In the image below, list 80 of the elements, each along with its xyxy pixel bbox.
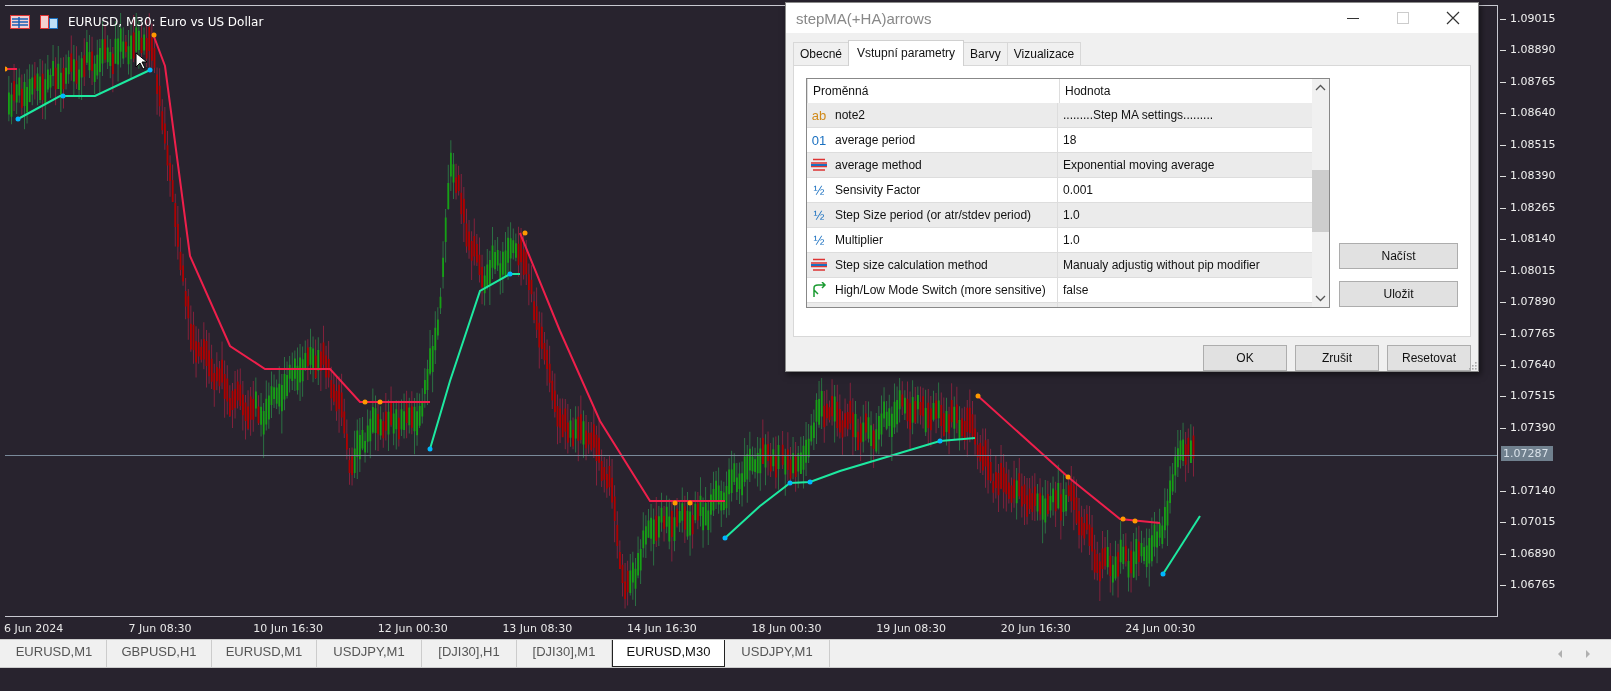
button[interactable]: Uložit: [1339, 281, 1458, 307]
current-price-label: 1.07287: [1501, 446, 1553, 461]
signal-dot: [1120, 516, 1126, 522]
button[interactable]: Zrušit: [1295, 345, 1379, 371]
integer-type-icon: 01: [811, 132, 827, 148]
signal-dot: [507, 271, 513, 277]
button[interactable]: OK: [1203, 345, 1287, 371]
list-icon: [811, 258, 827, 272]
signal-dot: [672, 500, 678, 506]
signal-dot: [937, 438, 943, 444]
chart-tab[interactable]: GBPUSD,H1: [107, 640, 212, 667]
parameter-name: Step size calculation method: [835, 258, 988, 272]
time-label: 19 Jun 08:30: [876, 621, 948, 635]
time-label: 7 Jun 08:30: [128, 621, 193, 635]
close-icon[interactable]: [1446, 11, 1460, 25]
signal-dot: [975, 393, 981, 399]
signal-dot: [522, 230, 528, 236]
dialog-title: stepMA(+HA)arrows: [795, 9, 933, 27]
fraction-type-icon: ½: [811, 182, 827, 198]
signal-dot: [1132, 518, 1138, 524]
string-type-icon: ab: [811, 107, 827, 123]
parameter-name: average method: [835, 158, 922, 172]
signal-dot: [377, 399, 383, 405]
parameter-name: Multiplier: [835, 233, 883, 247]
scroll-down-icon[interactable]: [1315, 295, 1326, 302]
chart-tab[interactable]: EURUSD,M1: [212, 640, 317, 667]
time-label: 24 Jun 00:30: [1125, 621, 1197, 635]
chart-tab[interactable]: EURUSD,M30: [612, 640, 725, 667]
parameter-name: Step Size period (or atr/stdev period): [835, 208, 1032, 222]
chart-title: EURUSD, M30: Euro vs US Dollar: [68, 15, 264, 29]
chart-tab[interactable]: EURUSD,M1: [2, 640, 107, 667]
scroll-up-icon[interactable]: [1315, 84, 1326, 91]
branch-arrow-icon: [811, 282, 827, 298]
signal-dot: [807, 479, 813, 485]
parameter-name: note2: [835, 108, 866, 122]
fraction-type-icon: ½: [811, 207, 827, 223]
signal-dot: [787, 480, 793, 486]
cursor-icon: [135, 52, 147, 70]
signal-dot: [60, 93, 66, 99]
time-label: 18 Jun 00:30: [751, 621, 823, 635]
tab[interactable]: Obecné: [793, 42, 850, 65]
parameter-value[interactable]: 0.001: [1057, 178, 1309, 202]
parameter-value[interactable]: Exponential moving average: [1057, 153, 1309, 177]
parameter-value[interactable]: Manualy adjustig without pip modifier: [1057, 253, 1309, 277]
parameter-value[interactable]: 1.0: [1057, 203, 1309, 227]
time-label: 13 Jun 08:30: [502, 621, 574, 635]
signal-dot: [147, 67, 153, 73]
tab[interactable]: Vstupní parametry: [848, 40, 965, 66]
parameter-value[interactable]: 1.0: [1057, 228, 1309, 252]
chart-tab[interactable]: USDJPY,M1: [317, 640, 422, 667]
fraction-type-icon: ½: [811, 232, 827, 248]
signal-dot: [1065, 474, 1071, 480]
signal-dot: [151, 32, 157, 38]
time-label: 6 Jun 2024: [4, 621, 65, 635]
list-icon: [811, 158, 827, 172]
time-label: 12 Jun 00:30: [377, 621, 449, 635]
parameter-name: High/Low Mode Switch (more sensitive): [835, 283, 1046, 297]
signal-dot: [687, 500, 693, 506]
signal-dot: [427, 446, 433, 452]
grid-icon[interactable]: [10, 15, 30, 29]
chart-tab[interactable]: [DJI30],H1: [422, 640, 517, 667]
parameter-value[interactable]: .........Step MA settings.........: [1057, 103, 1309, 127]
button[interactable]: Načíst: [1339, 243, 1458, 269]
parameter-value[interactable]: false: [1057, 278, 1309, 302]
signal-dot: [15, 116, 21, 122]
parameter-value[interactable]: 18: [1057, 128, 1309, 152]
scrollbar-thumb[interactable]: [1312, 170, 1329, 232]
parameter-name: Sensivity Factor: [835, 183, 921, 197]
tab[interactable]: Vizualizace: [1006, 42, 1082, 65]
window-icon[interactable]: [40, 15, 58, 29]
signal-dot: [1160, 571, 1166, 577]
signal-dot: [722, 535, 728, 541]
chart-tab[interactable]: USDJPY,M1: [725, 640, 830, 667]
button[interactable]: Resetovat: [1387, 345, 1471, 371]
signal-dot: [362, 399, 368, 405]
time-label: 20 Jun 16:30: [1000, 621, 1072, 635]
parameter-name: average period: [835, 133, 916, 147]
time-label: 14 Jun 16:30: [626, 621, 698, 635]
resize-grip-icon[interactable]: [1468, 361, 1477, 370]
time-label: 10 Jun 16:30: [253, 621, 325, 635]
